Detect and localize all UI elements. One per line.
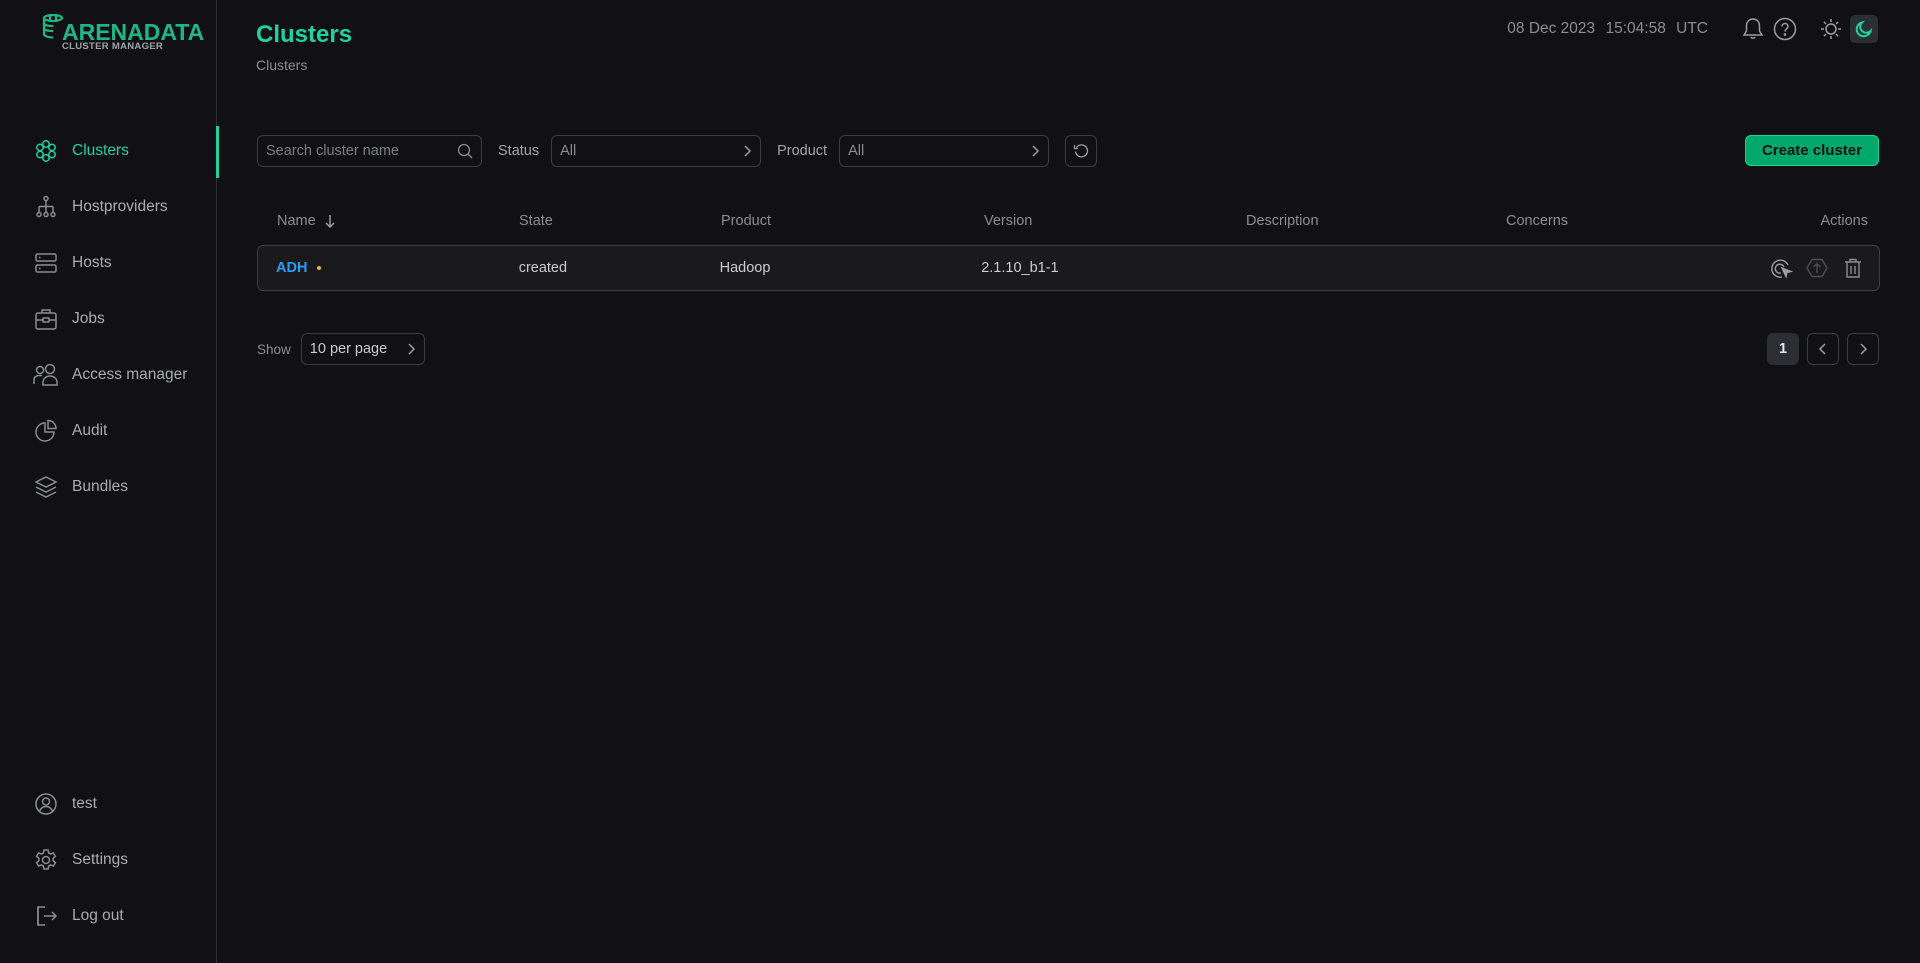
chevron-right-icon xyxy=(742,144,752,158)
sidebar-item-clusters[interactable]: Clusters xyxy=(0,123,219,179)
date: 08 Dec 2023 xyxy=(1507,20,1596,37)
help-icon[interactable] xyxy=(1772,16,1798,42)
time: 15:04:58 xyxy=(1605,20,1666,37)
table-header: Name State Product Version Description C… xyxy=(257,207,1880,235)
run-action-icon[interactable] xyxy=(1767,254,1795,282)
per-page-control: Show 10 per page xyxy=(257,333,425,365)
sidebar-item-label: Bundles xyxy=(72,478,129,495)
chevron-left-icon xyxy=(1818,342,1828,356)
cell-version: 2.1.10_b1-1 xyxy=(981,260,1059,276)
sidebar-item-hostproviders[interactable]: Hostproviders xyxy=(0,179,217,235)
bell-icon[interactable] xyxy=(1740,16,1766,42)
chevron-right-icon xyxy=(1030,144,1040,158)
column-header-description: Description xyxy=(1246,213,1319,229)
sidebar-item-label: Access manager xyxy=(72,366,188,383)
table-row: ADH created Hadoop 2.1.10_b1-1 xyxy=(257,245,1880,291)
main-content: Clusters Clusters 08 Dec 2023 15:04:58 U… xyxy=(217,0,1920,963)
column-header-actions: Actions xyxy=(1766,213,1880,229)
sidebar-item-label: Jobs xyxy=(72,310,105,327)
page-title: Clusters xyxy=(256,21,353,48)
sidebar-item-label: Log out xyxy=(72,907,124,924)
delete-icon[interactable] xyxy=(1839,254,1867,282)
app: ARENADATA CLUSTER MANAGER Clusters Hostp… xyxy=(0,0,1920,963)
sidebar-item-hosts[interactable]: Hosts xyxy=(0,235,217,291)
timezone: UTC xyxy=(1676,20,1708,37)
cluster-name-link[interactable]: ADH xyxy=(276,260,307,276)
prev-page-button[interactable] xyxy=(1807,333,1839,365)
cell-name: ADH xyxy=(258,260,519,276)
audit-icon xyxy=(33,418,59,444)
clusters-table: Name State Product Version Description C… xyxy=(257,207,1880,291)
sidebar-item-label: test xyxy=(72,795,97,812)
search-input[interactable] xyxy=(266,142,457,159)
sidebar-item-label: Hosts xyxy=(72,254,112,271)
reset-filters-button[interactable] xyxy=(1065,134,1098,167)
breadcrumb[interactable]: Clusters xyxy=(256,57,307,73)
cell-state: created xyxy=(518,260,568,276)
concern-indicator[interactable] xyxy=(317,266,322,270)
sidebar-item-jobs[interactable]: Jobs xyxy=(0,291,217,347)
jobs-icon xyxy=(33,306,59,332)
per-page-value: 10 per page xyxy=(309,341,388,357)
sidebar-item-audit[interactable]: Audit xyxy=(0,403,217,459)
gear-icon xyxy=(33,847,59,873)
column-label: Name xyxy=(277,213,316,229)
reset-icon xyxy=(1073,143,1089,159)
column-header-product[interactable]: Product xyxy=(721,213,984,229)
sidebar-item-profile[interactable]: test xyxy=(0,776,217,832)
sidebar-item-bundles[interactable]: Bundles xyxy=(0,459,217,515)
product-select-value: All xyxy=(848,142,865,159)
sidebar: ARENADATA CLUSTER MANAGER Clusters Hostp… xyxy=(0,0,219,963)
datetime: 08 Dec 2023 15:04:58 UTC xyxy=(1507,20,1714,38)
show-label: Show xyxy=(257,341,291,357)
access-manager-icon xyxy=(33,362,59,388)
cell-actions xyxy=(1759,254,1879,282)
sort-down-icon[interactable] xyxy=(325,214,335,228)
per-page-select[interactable]: 10 per page xyxy=(300,333,425,365)
create-cluster-button[interactable]: Create cluster xyxy=(1744,135,1879,166)
hosts-icon xyxy=(33,250,59,276)
status-select[interactable]: All xyxy=(551,134,762,167)
logout-icon xyxy=(33,903,59,929)
sidebar-item-logout[interactable]: Log out xyxy=(0,888,217,944)
topbar: 08 Dec 2023 15:04:58 UTC xyxy=(1507,14,1878,44)
bundles-icon xyxy=(33,474,59,500)
search-field[interactable] xyxy=(257,134,482,167)
sidebar-item-label: Hostproviders xyxy=(72,198,168,215)
upgrade-icon[interactable] xyxy=(1803,254,1831,282)
column-header-name[interactable]: Name xyxy=(257,213,519,229)
sidebar-item-access-manager[interactable]: Access manager xyxy=(0,347,217,403)
user-icon xyxy=(33,791,59,817)
sidebar-item-label: Clusters xyxy=(72,142,129,159)
sidebar-bottom-nav: test Settings Log out xyxy=(0,776,217,944)
column-header-concerns: Concerns xyxy=(1506,213,1569,229)
pagination: 1 xyxy=(1759,333,1879,365)
product-select[interactable]: All xyxy=(839,134,1050,167)
status-filter-label: Status xyxy=(498,142,540,159)
clusters-icon xyxy=(33,138,59,164)
moon-icon[interactable] xyxy=(1850,15,1878,43)
chevron-right-icon xyxy=(406,342,416,356)
filters-bar: Status All Product All xyxy=(257,134,1098,167)
logo[interactable]: ARENADATA CLUSTER MANAGER xyxy=(40,14,204,54)
sidebar-item-label: Settings xyxy=(72,851,129,868)
sidebar-nav: Clusters Hostproviders Hosts Jobs Access… xyxy=(0,123,219,515)
page-button-current[interactable]: 1 xyxy=(1767,333,1799,365)
column-label: Actions xyxy=(1820,213,1868,229)
logo-subtitle: CLUSTER MANAGER xyxy=(62,41,164,52)
hostproviders-icon xyxy=(33,194,59,220)
cell-product: Hadoop xyxy=(719,260,771,276)
search-icon[interactable] xyxy=(457,143,473,159)
sidebar-item-settings[interactable]: Settings xyxy=(0,832,217,888)
product-filter-label: Product xyxy=(777,142,828,159)
sun-icon[interactable] xyxy=(1818,16,1844,42)
next-page-button[interactable] xyxy=(1847,333,1879,365)
column-header-state[interactable]: State xyxy=(519,213,721,229)
chevron-right-icon xyxy=(1858,342,1868,356)
column-header-version[interactable]: Version xyxy=(984,213,1246,229)
sidebar-item-label: Audit xyxy=(72,422,108,439)
logo-icon xyxy=(42,14,64,39)
status-select-value: All xyxy=(560,142,577,159)
